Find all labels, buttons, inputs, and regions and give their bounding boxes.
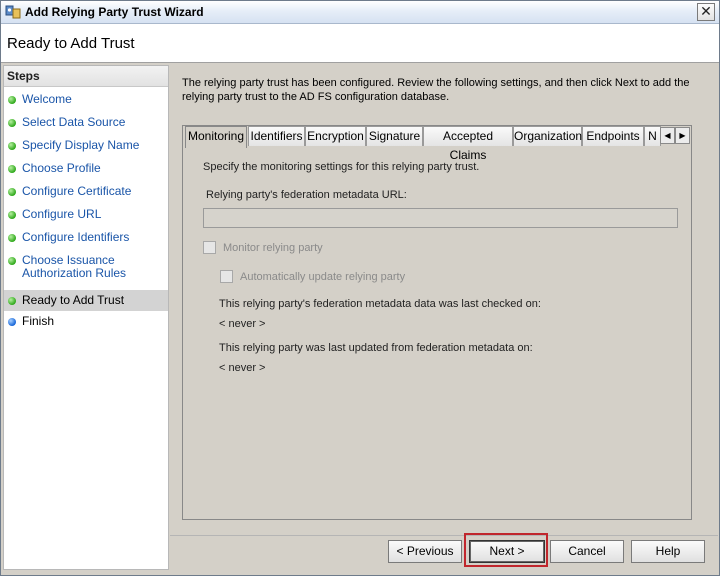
step-choose-issuance-authorization-rules[interactable]: Choose Issuance Authorization Rules (4, 254, 168, 290)
content-area: The relying party trust has been configu… (170, 65, 702, 535)
close-button[interactable]: ✕ (697, 3, 715, 21)
triangle-right-icon: ▶ (679, 131, 686, 140)
status-done-icon (8, 211, 16, 219)
tab-endpoints[interactable]: Endpoints (582, 126, 644, 146)
close-icon: ✕ (700, 3, 712, 19)
status-done-icon (8, 119, 16, 127)
step-select-data-source[interactable]: Select Data Source (4, 116, 168, 139)
tab-accepted-claims[interactable]: Accepted Claims (423, 126, 513, 162)
step-finish[interactable]: Finish (4, 315, 168, 338)
step-configure-identifiers[interactable]: Configure Identifiers (4, 231, 168, 254)
tab-organization[interactable]: Organization (513, 126, 582, 146)
last-updated-label: This relying party was last updated from… (219, 342, 533, 354)
page-title: Ready to Add Trust (7, 35, 135, 52)
auto-update-label: Automatically update relying party (240, 271, 406, 283)
step-ready-to-add-trust[interactable]: Ready to Add Trust (4, 290, 168, 311)
step-label: Finish (22, 314, 55, 328)
tab-signature[interactable]: Signature (366, 126, 423, 146)
tab-scroll-left-button[interactable]: ◀ (660, 127, 675, 144)
step-label: Welcome (22, 92, 72, 106)
status-done-icon (8, 234, 16, 242)
step-label: Choose Issuance (22, 253, 115, 267)
status-done-icon (8, 188, 16, 196)
step-configure-certificate[interactable]: Configure Certificate (4, 185, 168, 208)
tab-identifiers[interactable]: Identifiers (248, 126, 305, 146)
last-updated-value: < never > (219, 362, 266, 374)
monitoring-description: Specify the monitoring settings for this… (203, 161, 480, 173)
step-label: Choose Profile (22, 161, 101, 175)
title-bar: Add Relying Party Trust Wizard ✕ (1, 1, 719, 24)
metadata-url-field[interactable] (203, 208, 678, 228)
status-done-icon (8, 257, 16, 265)
intro-line-1: The relying party trust has been configu… (182, 77, 690, 89)
window-title: Add Relying Party Trust Wizard (25, 5, 204, 19)
triangle-left-icon: ◀ (664, 131, 671, 140)
step-label: Ready to Add Trust (22, 293, 125, 307)
steps-heading: Steps (4, 66, 168, 87)
step-label: Configure Certificate (22, 184, 132, 198)
step-configure-url[interactable]: Configure URL (4, 208, 168, 231)
monitor-relying-party-label: Monitor relying party (223, 242, 323, 254)
step-specify-display-name[interactable]: Specify Display Name (4, 139, 168, 162)
tab-encryption[interactable]: Encryption (305, 126, 366, 146)
previous-button[interactable]: < Previous (388, 540, 462, 563)
last-checked-value: < never > (219, 318, 266, 330)
page-header: Ready to Add Trust (1, 24, 719, 63)
step-welcome[interactable]: Welcome (4, 93, 168, 116)
next-button-highlight (464, 533, 548, 567)
tab-notes-partial[interactable]: N (644, 126, 661, 146)
last-checked-label: This relying party's federation metadata… (219, 298, 541, 310)
adfs-app-icon (5, 5, 21, 19)
tab-scroll-right-button[interactable]: ▶ (675, 127, 690, 144)
status-done-icon (8, 165, 16, 173)
step-label: Configure Identifiers (22, 230, 130, 244)
step-label: Select Data Source (22, 115, 126, 129)
monitor-relying-party-checkbox[interactable] (203, 241, 216, 254)
help-button[interactable]: Help (631, 540, 705, 563)
step-label: Specify Display Name (22, 138, 140, 152)
status-done-icon (8, 297, 16, 305)
cancel-button[interactable]: Cancel (550, 540, 624, 563)
intro-line-2: relying party trust to the AD FS configu… (182, 91, 450, 103)
metadata-url-label: Relying party's federation metadata URL: (206, 189, 407, 201)
status-done-icon (8, 96, 16, 104)
step-label: Configure URL (22, 207, 102, 221)
auto-update-checkbox[interactable] (220, 270, 233, 283)
tab-monitoring[interactable]: Monitoring (185, 126, 247, 148)
status-done-icon (8, 142, 16, 150)
intro-text: The relying party trust has been configu… (182, 76, 692, 104)
steps-panel: Steps Welcome Select Data Source Specify… (3, 65, 169, 570)
step-choose-profile[interactable]: Choose Profile (4, 162, 168, 185)
step-label-continued: Authorization Rules (22, 266, 127, 280)
status-pending-icon (8, 318, 16, 326)
